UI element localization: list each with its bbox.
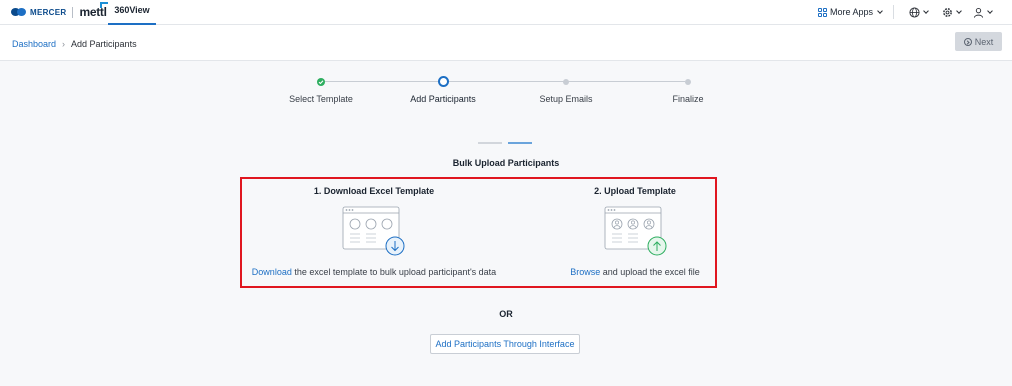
bulk-upload-title: Bulk Upload Participants bbox=[452, 158, 560, 168]
download-description-text: the excel template to bulk upload partic… bbox=[291, 267, 497, 277]
chevron-down-icon bbox=[987, 7, 993, 14]
upload-description-text: and upload the excel file bbox=[600, 267, 700, 277]
app-tab-360view[interactable]: 360View bbox=[108, 0, 156, 25]
or-separator: OR bbox=[499, 309, 513, 319]
more-apps-label: More Apps bbox=[830, 7, 874, 17]
chevron-down-icon bbox=[877, 7, 883, 14]
step-connector bbox=[568, 81, 685, 82]
gear-icon bbox=[943, 7, 952, 17]
page-header: Dashboard › Add Participants Next bbox=[0, 25, 1012, 61]
next-button-label: Next bbox=[974, 36, 994, 47]
chevron-down-icon bbox=[956, 7, 962, 14]
download-card-description: Download the excel template to bulk uplo… bbox=[252, 267, 496, 277]
add-participants-interface-button[interactable]: Add Participants Through Interface bbox=[430, 334, 580, 354]
breadcrumb: Dashboard › Add Participants bbox=[12, 39, 137, 49]
globe-icon bbox=[909, 6, 920, 18]
step-pending-indicator bbox=[685, 79, 691, 85]
step-active-indicator[interactable] bbox=[438, 76, 449, 87]
mercer-logo-icon bbox=[11, 8, 27, 16]
settings-menu[interactable] bbox=[942, 4, 962, 20]
step-connector bbox=[324, 81, 439, 82]
carousel-indicator-inactive[interactable] bbox=[478, 142, 502, 144]
step-connector bbox=[447, 81, 564, 82]
carousel-indicator-active[interactable] bbox=[508, 142, 532, 144]
step-label-select-template: Select Template bbox=[289, 94, 353, 104]
user-menu[interactable] bbox=[973, 4, 993, 20]
download-link[interactable]: Download bbox=[252, 267, 292, 277]
arrow-circle-right-icon bbox=[963, 37, 972, 46]
step-label-finalize: Finalize bbox=[672, 94, 704, 104]
chevron-down-icon bbox=[923, 7, 929, 14]
header-divider bbox=[893, 5, 894, 19]
step-label-add-participants: Add Participants bbox=[410, 94, 476, 104]
mercer-brand-text: MERCER bbox=[30, 7, 67, 17]
step-label-setup-emails: Setup Emails bbox=[539, 94, 593, 104]
progress-stepper: Select Template Add Participants Setup E… bbox=[0, 61, 1012, 111]
brand-logo[interactable]: MERCER mettl bbox=[11, 2, 108, 19]
breadcrumb-separator-icon: › bbox=[62, 39, 66, 49]
upload-card-title: 2. Upload Template bbox=[594, 186, 676, 196]
download-card-title: 1. Download Excel Template bbox=[313, 186, 435, 196]
top-navigation-bar: MERCER mettl 360View More Apps bbox=[0, 0, 1012, 25]
grid-icon bbox=[818, 7, 827, 17]
logo-divider bbox=[72, 6, 74, 18]
upload-card-description: Browse and upload the excel file bbox=[570, 267, 700, 277]
breadcrumb-current: Add Participants bbox=[71, 39, 137, 49]
step-completed-check-icon[interactable] bbox=[317, 78, 325, 86]
language-menu[interactable] bbox=[909, 4, 929, 20]
browse-link[interactable]: Browse bbox=[570, 267, 600, 277]
upload-template-illustration-icon bbox=[604, 206, 667, 256]
next-button[interactable]: Next bbox=[955, 32, 1002, 51]
step-pending-indicator bbox=[563, 79, 569, 85]
breadcrumb-dashboard-link[interactable]: Dashboard bbox=[12, 39, 56, 49]
user-icon bbox=[973, 7, 984, 18]
download-template-illustration-icon bbox=[342, 206, 405, 256]
mettl-brand-text: mettl bbox=[79, 2, 108, 19]
more-apps-menu[interactable]: More Apps bbox=[818, 4, 883, 20]
